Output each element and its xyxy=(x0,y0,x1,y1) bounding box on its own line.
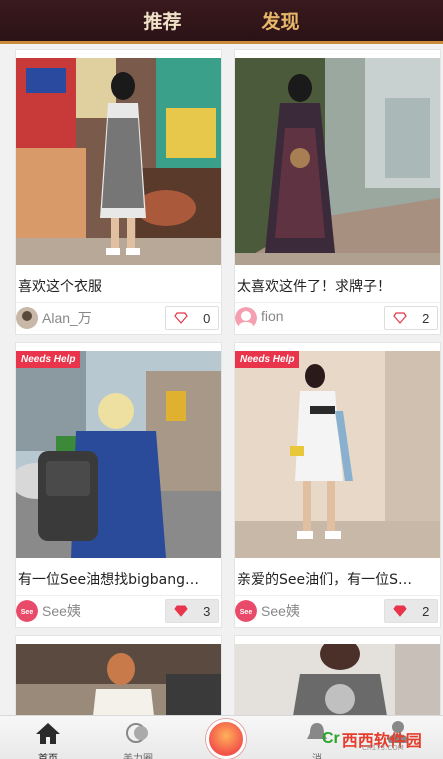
card-photo[interactable] xyxy=(16,644,221,715)
camera-button[interactable] xyxy=(206,719,246,759)
diamond-icon xyxy=(392,309,407,328)
card-caption: 喜欢这个衣服 xyxy=(18,279,102,295)
top-tab-bar: 推荐 发现 xyxy=(0,0,443,44)
card-caption: 有一位See油想找bigbang… xyxy=(18,572,200,588)
watermark-logo-icon: Cr xyxy=(322,730,340,747)
feed-card[interactable] xyxy=(15,635,222,715)
avatar[interactable] xyxy=(235,307,257,329)
like-button[interactable]: 2 xyxy=(384,599,438,623)
circles-icon xyxy=(125,721,151,749)
like-button[interactable]: 2 xyxy=(384,306,438,330)
nav-home-label: 首页 xyxy=(18,750,78,759)
diamond-icon xyxy=(393,602,407,621)
nav-home[interactable]: 首页 xyxy=(18,716,78,759)
house-icon xyxy=(35,721,61,749)
divider xyxy=(235,595,440,596)
like-count: 3 xyxy=(203,603,211,619)
feed-card[interactable]: 喜欢这个衣服 Alan_万 0 xyxy=(15,49,222,335)
avatar[interactable]: See xyxy=(16,600,38,622)
diamond-icon xyxy=(173,309,188,328)
card-photo[interactable] xyxy=(235,644,440,715)
svg-text:See: See xyxy=(21,609,34,616)
divider xyxy=(235,302,440,303)
card-photo[interactable]: Needs Help xyxy=(16,351,221,558)
like-button[interactable]: 0 xyxy=(165,306,219,330)
feed-card[interactable] xyxy=(234,635,441,715)
divider xyxy=(16,302,221,303)
divider xyxy=(16,595,221,596)
author-name[interactable]: See姨 xyxy=(261,601,300,621)
nav-beauty-circle-label: 美力圈 xyxy=(108,750,168,759)
author-name[interactable]: fion xyxy=(261,308,284,324)
needs-help-badge: Needs Help xyxy=(16,351,81,368)
needs-help-badge: Needs Help xyxy=(235,351,300,368)
author-name[interactable]: See姨 xyxy=(42,601,81,621)
like-count: 0 xyxy=(203,310,211,326)
card-caption: 太喜欢这件了！求牌子！ xyxy=(237,279,391,295)
svg-text:See: See xyxy=(240,609,253,616)
nav-messages-label: 消 xyxy=(287,750,347,759)
avatar[interactable]: See xyxy=(235,600,257,622)
author-name[interactable]: Alan_万 xyxy=(42,308,92,328)
like-count: 2 xyxy=(422,603,430,619)
feed-card[interactable]: Needs Help 亲爱的See油们，有一位S… See See姨 2 xyxy=(234,342,441,628)
tab-recommend[interactable]: 推荐 xyxy=(143,7,181,34)
avatar[interactable] xyxy=(16,307,38,329)
feed-card[interactable]: 太喜欢这件了！求牌子！ fion 2 xyxy=(234,49,441,335)
diamond-icon xyxy=(174,602,188,621)
watermark-url: CR173.COM xyxy=(362,744,404,752)
tab-discover[interactable]: 发现 xyxy=(262,7,300,34)
card-caption: 亲爱的See油们，有一位S… xyxy=(237,572,412,588)
card-photo[interactable]: Needs Help xyxy=(235,351,440,558)
like-count: 2 xyxy=(422,310,430,326)
like-button[interactable]: 3 xyxy=(165,599,219,623)
feed-grid: 喜欢这个衣服 Alan_万 0 太喜欢这件了！求牌子！ fion 2 Needs… xyxy=(0,47,443,715)
nav-beauty-circle[interactable]: 美力圈 xyxy=(108,716,168,759)
watermark: Cr 西西软件园 CR173.COM xyxy=(322,727,422,752)
card-photo[interactable] xyxy=(235,58,440,265)
feed-card[interactable]: Needs Help 有一位See油想找bigbang… See See姨 3 xyxy=(15,342,222,628)
card-photo[interactable] xyxy=(16,58,221,265)
